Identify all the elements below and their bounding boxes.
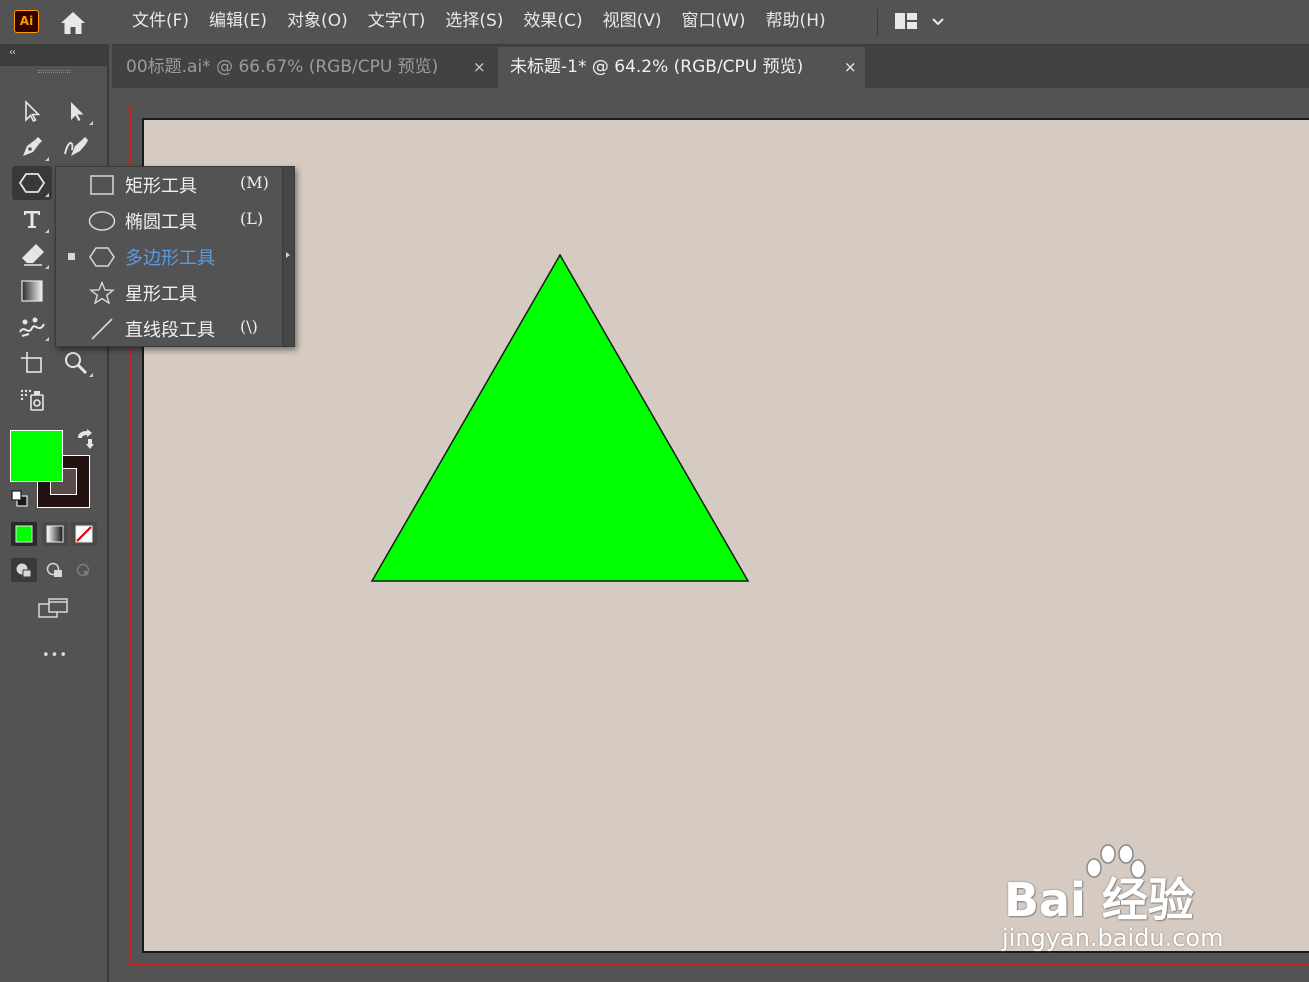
draw-behind-button[interactable] bbox=[42, 558, 68, 582]
flyout-item-rectangle[interactable]: 矩形工具 (M) bbox=[56, 167, 282, 203]
tab-document-1[interactable]: 00标题.ai* @ 66.67% (RGB/CPU 预览) × bbox=[112, 47, 497, 89]
puppet-warp-icon bbox=[19, 317, 45, 337]
artboard[interactable] bbox=[142, 118, 1309, 953]
gradient-mode-button[interactable] bbox=[42, 522, 68, 546]
menu-effect[interactable]: 效果(C) bbox=[513, 0, 592, 44]
draw-normal-icon bbox=[16, 563, 32, 578]
tearoff-button[interactable] bbox=[282, 167, 294, 346]
change-screen-mode-button[interactable] bbox=[33, 592, 73, 626]
menu-file[interactable]: 文件(F) bbox=[122, 0, 199, 44]
menu-type[interactable]: 文字(T) bbox=[358, 0, 436, 44]
collapse-panel-button[interactable]: ‹‹ bbox=[9, 47, 16, 58]
none-icon bbox=[75, 525, 93, 543]
chevron-down-icon bbox=[932, 18, 944, 26]
illustrator-window: Ai 文件(F) 编辑(E) 对象(O) 文字(T) 选择(S) 效果(C) 视… bbox=[0, 0, 1309, 982]
edit-toolbar-button[interactable]: ••• bbox=[35, 640, 75, 670]
watermark-brand: Bai 经验 bbox=[1004, 873, 1194, 927]
polygon-icon bbox=[18, 173, 46, 193]
draw-inside-icon bbox=[76, 563, 90, 577]
flyout-item-label: 多边形工具 bbox=[125, 248, 215, 269]
color-mode-button[interactable] bbox=[11, 522, 37, 546]
draw-inside-button[interactable] bbox=[70, 558, 96, 582]
polygon-tool[interactable] bbox=[12, 166, 52, 200]
shape-tools-flyout: 矩形工具 (M) 椭圆工具 (L) 多边形工具 星形工具 直线段工具 (\) bbox=[55, 166, 295, 347]
menu-object[interactable]: 对象(O) bbox=[277, 0, 358, 44]
menu-view[interactable]: 视图(V) bbox=[593, 0, 672, 44]
draw-behind-icon bbox=[46, 562, 62, 577]
type-tool[interactable] bbox=[12, 202, 52, 236]
menu-help[interactable]: 帮助(H) bbox=[756, 0, 836, 44]
screen-mode-icon bbox=[38, 598, 68, 618]
toolbar-header: ‹‹ bbox=[0, 44, 109, 66]
symbol-sprayer-tool[interactable] bbox=[12, 382, 52, 416]
pen-icon bbox=[23, 137, 42, 156]
gradient-icon bbox=[21, 280, 43, 302]
fill-color-swatch[interactable] bbox=[10, 430, 63, 482]
flyout-item-star[interactable]: 星形工具 bbox=[56, 275, 282, 311]
tab-label: 未标题-1* @ 64.2% (RGB/CPU 预览) bbox=[510, 57, 804, 77]
gradient-tool[interactable] bbox=[12, 274, 52, 308]
menu-window[interactable]: 窗口(W) bbox=[671, 0, 755, 44]
curvature-tool[interactable] bbox=[56, 130, 96, 164]
baidu-jingyan-watermark: Bai 经验 jingyan.baidu.com bbox=[1000, 842, 1250, 962]
polygon-icon bbox=[88, 244, 116, 270]
artboard-icon bbox=[21, 352, 42, 373]
flyout-item-shortcut: (L) bbox=[240, 209, 264, 228]
home-icon[interactable] bbox=[58, 9, 88, 37]
flyout-item-line-segment[interactable]: 直线段工具 (\) bbox=[56, 311, 282, 347]
ellipse-icon bbox=[88, 208, 116, 234]
watermark-url: jingyan.baidu.com bbox=[1002, 924, 1224, 952]
workspace-layout-icon bbox=[895, 13, 917, 29]
flyout-item-polygon[interactable]: 多边形工具 bbox=[56, 239, 282, 275]
line-segment-icon bbox=[88, 316, 116, 342]
tearoff-arrow-icon bbox=[286, 252, 290, 258]
selection-tool[interactable] bbox=[12, 94, 52, 128]
magnifier-icon bbox=[65, 352, 88, 375]
flyout-item-ellipse[interactable]: 椭圆工具 (L) bbox=[56, 203, 282, 239]
rectangle-icon bbox=[88, 172, 116, 198]
artboard-drawing bbox=[370, 253, 750, 582]
workspace-switcher[interactable] bbox=[892, 10, 952, 34]
direct-selection-tool[interactable] bbox=[56, 94, 96, 128]
zoom-tool[interactable] bbox=[56, 346, 96, 380]
flyout-item-shortcut: (M) bbox=[240, 173, 269, 192]
eraser-icon bbox=[22, 244, 44, 266]
puppet-warp-tool[interactable] bbox=[12, 310, 52, 344]
curvature-pen-icon bbox=[64, 137, 88, 156]
direct-selection-arrow-icon bbox=[71, 102, 84, 121]
default-fill-stroke-icon[interactable] bbox=[11, 490, 29, 512]
none-mode-button[interactable] bbox=[71, 522, 97, 546]
eraser-tool[interactable] bbox=[12, 238, 52, 272]
menu-divider bbox=[877, 9, 878, 36]
symbol-sprayer-icon bbox=[20, 389, 44, 411]
menu-edit[interactable]: 编辑(E) bbox=[199, 0, 277, 44]
flyout-item-label: 矩形工具 bbox=[125, 176, 197, 197]
flyout-item-shortcut: (\) bbox=[240, 317, 258, 336]
selected-bullet bbox=[68, 253, 75, 260]
swap-fill-stroke-icon[interactable] bbox=[74, 428, 96, 454]
pen-tool[interactable] bbox=[12, 130, 52, 164]
more-icon: ••• bbox=[41, 647, 68, 663]
menu-select[interactable]: 选择(S) bbox=[435, 0, 513, 44]
draw-normal-button[interactable] bbox=[11, 558, 37, 582]
close-icon[interactable]: × bbox=[844, 47, 857, 87]
type-t-icon bbox=[24, 211, 40, 228]
app-logo: Ai bbox=[14, 10, 39, 33]
flyout-item-label: 直线段工具 bbox=[125, 320, 215, 341]
green-triangle[interactable] bbox=[370, 253, 750, 582]
flyout-item-label: 星形工具 bbox=[125, 284, 197, 305]
gradient-swatch-icon bbox=[46, 525, 64, 543]
close-icon[interactable]: × bbox=[473, 47, 486, 87]
star-icon bbox=[88, 280, 116, 306]
color-icon bbox=[15, 525, 33, 543]
selection-arrow-icon bbox=[25, 100, 41, 123]
menu-bar: Ai 文件(F) 编辑(E) 对象(O) 文字(T) 选择(S) 效果(C) 视… bbox=[0, 0, 1309, 44]
tab-document-2[interactable]: 未标题-1* @ 64.2% (RGB/CPU 预览) × bbox=[498, 47, 865, 89]
flyout-item-label: 椭圆工具 bbox=[125, 212, 197, 233]
panel-grip[interactable] bbox=[38, 70, 70, 73]
document-tabs: 00标题.ai* @ 66.67% (RGB/CPU 预览) × 未标题-1* … bbox=[112, 44, 1309, 89]
menu-list: 文件(F) 编辑(E) 对象(O) 文字(T) 选择(S) 效果(C) 视图(V… bbox=[122, 0, 836, 44]
tab-label: 00标题.ai* @ 66.67% (RGB/CPU 预览) bbox=[126, 57, 439, 77]
artboard-tool[interactable] bbox=[12, 346, 52, 380]
